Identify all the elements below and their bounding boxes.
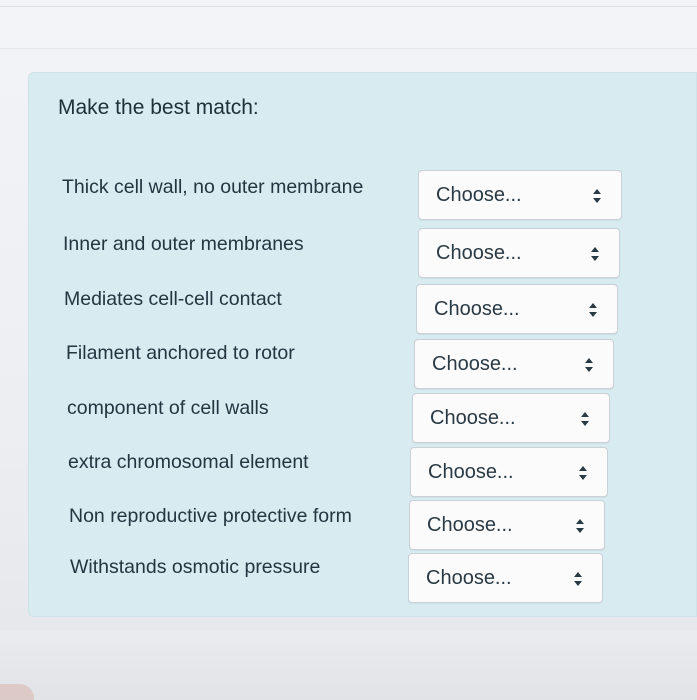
up-down-arrows-icon <box>585 358 593 372</box>
up-down-arrows-icon <box>576 519 584 533</box>
up-down-arrows-icon <box>574 572 582 586</box>
select-value: Choose... <box>430 407 516 429</box>
up-down-arrows-icon <box>593 189 601 203</box>
page-divider-second <box>0 48 697 49</box>
select-value: Choose... <box>428 461 514 483</box>
select-value: Choose... <box>436 242 522 264</box>
up-down-arrows-icon <box>589 303 597 317</box>
select-value: Choose... <box>432 353 518 375</box>
select-value: Choose... <box>427 514 513 536</box>
up-down-arrows-icon <box>581 412 589 426</box>
match-item-label: Thick cell wall, no outer membrane <box>62 176 364 198</box>
match-select[interactable]: Choose... <box>409 500 605 550</box>
page-background-lower <box>0 630 697 700</box>
select-value: Choose... <box>434 298 520 320</box>
match-item-label: Mediates cell-cell contact <box>64 288 282 310</box>
select-value: Choose... <box>436 184 522 206</box>
match-item-label: Filament anchored to rotor <box>66 342 295 364</box>
match-select[interactable]: Choose... <box>412 393 610 443</box>
match-item-label: Inner and outer membranes <box>63 233 304 255</box>
match-item-label: component of cell walls <box>67 397 269 419</box>
up-down-arrows-icon <box>591 247 599 261</box>
corner-edge-mark <box>0 684 34 700</box>
select-value: Choose... <box>426 567 512 589</box>
match-select[interactable]: Choose... <box>410 447 608 497</box>
question-prompt: Make the best match: <box>58 96 259 119</box>
match-select[interactable]: Choose... <box>418 228 620 278</box>
match-item-label: extra chromosomal element <box>68 451 309 473</box>
match-item-label: Non reproductive protective form <box>69 505 352 527</box>
page-divider-top <box>0 6 697 7</box>
match-select[interactable]: Choose... <box>414 339 614 389</box>
up-down-arrows-icon <box>579 466 587 480</box>
match-item-label: Withstands osmotic pressure <box>70 556 321 578</box>
match-select[interactable]: Choose... <box>416 284 618 334</box>
match-select[interactable]: Choose... <box>408 553 603 603</box>
match-select[interactable]: Choose... <box>418 170 622 220</box>
